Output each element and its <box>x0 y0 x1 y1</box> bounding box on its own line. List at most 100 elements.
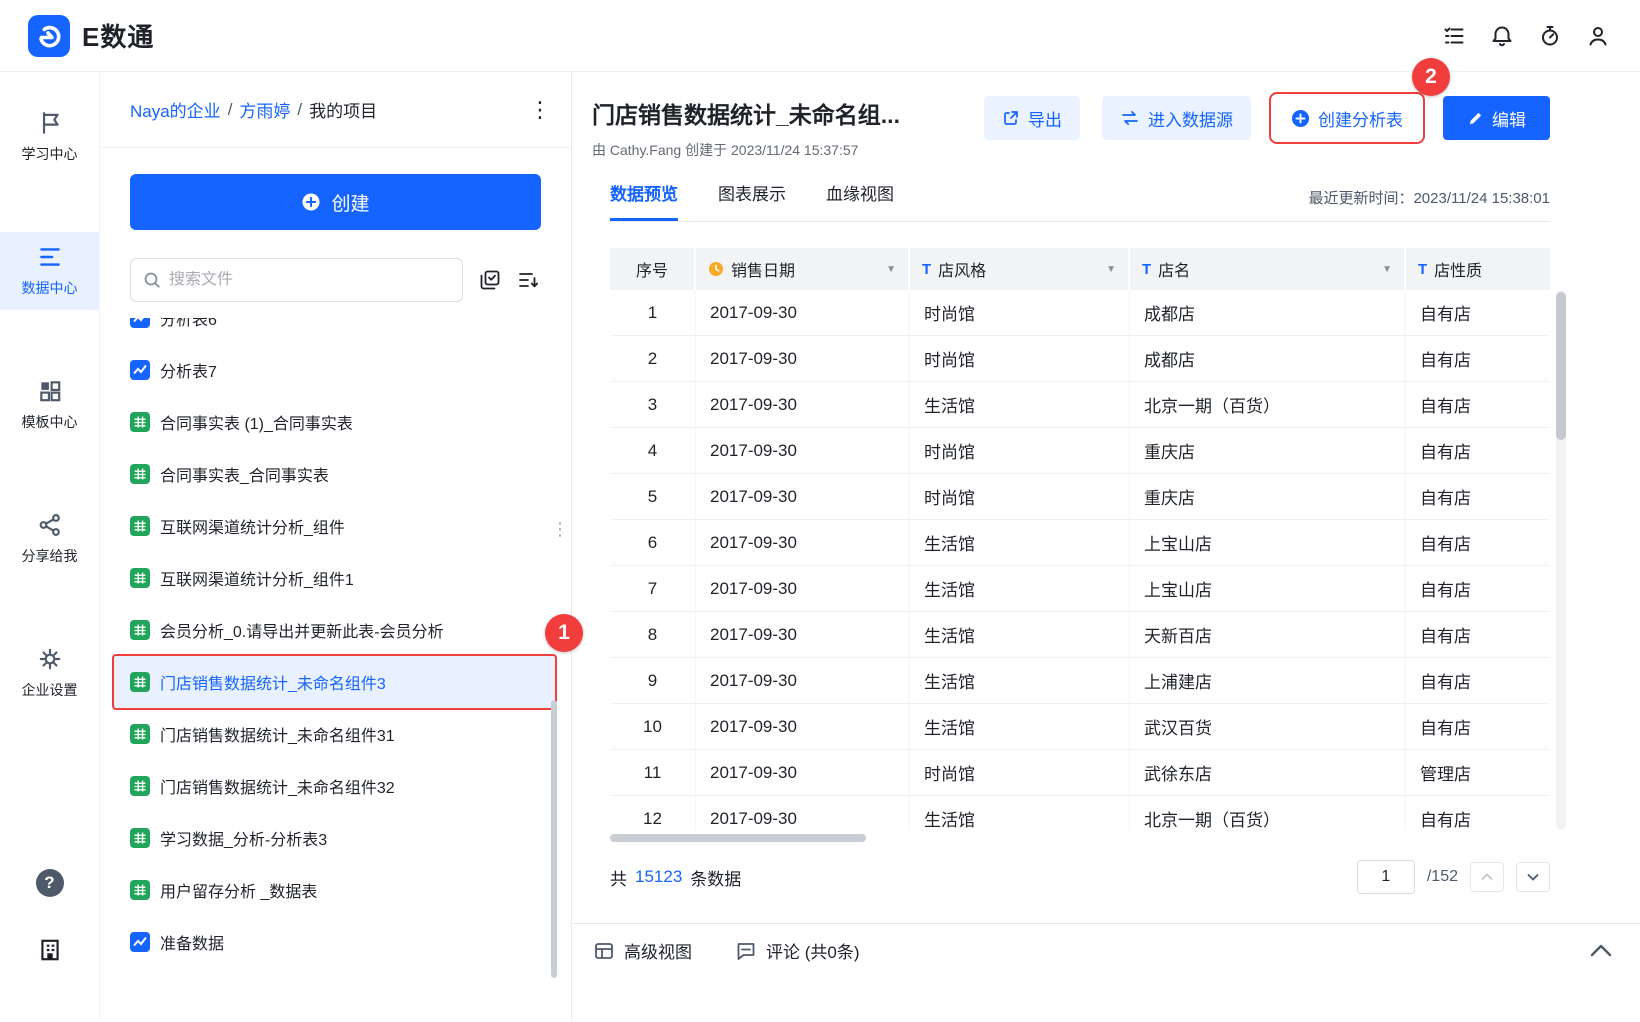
table-cell: 重庆店 <box>1130 428 1406 473</box>
page-number-input[interactable] <box>1356 860 1415 894</box>
table-cell: 自有店 <box>1420 397 1471 416</box>
file-list: 分析表6 分析表7 合同事实表 (1)_合同事实表 合同事实表_合同事实表 互联网渠道统… <box>100 318 571 1021</box>
table-row: 5 2017-09-30 时尚馆 重庆店 自有店 <box>610 474 1550 520</box>
timer-icon[interactable] <box>1538 24 1562 48</box>
file-item[interactable]: 会员分析_0.请导出并更新此表-会员分析 <box>114 604 555 656</box>
panel-resize-handle[interactable]: ⋮ <box>551 520 569 538</box>
sidebar: 学习中心 数据中心 模板中心 分享给我 企业设置 ? <box>0 72 100 1021</box>
export-button[interactable]: 导出 <box>984 96 1080 140</box>
advanced-view-button[interactable]: 高级视图 <box>594 938 692 963</box>
tab-data-preview[interactable]: 数据预览 <box>610 180 678 221</box>
sort-icon[interactable] <box>517 269 541 291</box>
table-cell: 时尚馆 <box>910 336 1130 381</box>
file-item[interactable]: 门店销售数据统计_未命名组件31 <box>114 708 555 760</box>
table-cell: 1 <box>610 290 696 335</box>
file-name: 学习数据_分析-分析表3 <box>160 832 328 849</box>
tab-lineage-view[interactable]: 血缘视图 <box>826 180 894 221</box>
file-name: 准备数据 <box>160 936 225 953</box>
table-row: 4 2017-09-30 时尚馆 重庆店 自有店 <box>610 428 1550 474</box>
search-box[interactable] <box>130 258 463 302</box>
table-cell: 2017-09-30 <box>696 520 910 565</box>
sidebar-item-template-center[interactable]: 模板中心 <box>0 366 99 444</box>
file-item[interactable]: 门店销售数据统计_未命名组件3 <box>112 654 557 710</box>
collapse-panel-icon[interactable] <box>1590 944 1612 957</box>
table-row: 8 2017-09-30 生活馆 天新百店 自有店 <box>610 612 1550 658</box>
table-cell: 2017-09-30 <box>696 658 910 703</box>
last-updated-time: 最近更新时间：2023/11/24 15:38:01 <box>1308 190 1550 207</box>
table-row: 6 2017-09-30 生活馆 上宝山店 自有店 <box>610 520 1550 566</box>
filter-dropdown-icon[interactable]: ▼ <box>886 264 896 275</box>
total-prefix: 共 <box>610 869 627 889</box>
create-button-label: 创建 <box>331 193 370 215</box>
create-button[interactable]: 创建 <box>130 174 541 230</box>
table-horizontal-scrollbar[interactable] <box>610 834 866 842</box>
annotation-badge-1: 1 <box>545 614 583 652</box>
multi-select-icon[interactable] <box>479 269 501 291</box>
help-icon[interactable]: ? <box>35 869 64 897</box>
table-body: 1 2017-09-30 时尚馆 成都店 自有店 2 2017-09-30 时尚馆 成都店 自有店… <box>610 290 1550 830</box>
column-label: 序号 <box>635 263 668 280</box>
total-count: 15123 <box>635 867 683 886</box>
file-item[interactable]: 互联网渠道统计分析_组件 <box>114 500 555 552</box>
file-item[interactable]: 合同事实表_合同事实表 <box>114 448 555 500</box>
filter-dropdown-icon[interactable]: ▼ <box>1382 264 1392 275</box>
plus-circle-icon <box>1291 109 1310 128</box>
sidebar-item-shared-with-me[interactable]: 分享给我 <box>0 500 99 578</box>
table-cell: 时尚馆 <box>910 750 1130 795</box>
table-cell: 自有店 <box>1420 811 1471 830</box>
export-icon <box>1002 109 1020 127</box>
enter-datasource-label: 进入数据源 <box>1148 110 1233 130</box>
file-name: 用户留存分析 _数据表 <box>160 884 318 901</box>
page-down-button[interactable] <box>1516 862 1550 892</box>
filter-dropdown-icon[interactable]: ▼ <box>1106 264 1116 275</box>
file-item[interactable]: 合同事实表 (1)_合同事实表 <box>114 396 555 448</box>
file-item[interactable]: 分析表7 <box>114 344 555 396</box>
create-analysis-table-button[interactable]: 创建分析表 <box>1269 92 1425 144</box>
annotation-badge-2: 2 <box>1412 58 1450 96</box>
table-cell: 武徐东店 <box>1130 750 1406 795</box>
notification-bell-icon[interactable] <box>1490 24 1514 48</box>
task-list-icon[interactable] <box>1442 24 1466 48</box>
edit-button[interactable]: 编辑 <box>1443 96 1550 140</box>
table-cell: 成都店 <box>1130 290 1406 335</box>
table-file-icon <box>130 828 150 848</box>
file-name: 互联网渠道统计分析_组件 <box>160 520 345 537</box>
file-item[interactable]: 互联网渠道统计分析_组件1 <box>114 552 555 604</box>
user-profile-icon[interactable] <box>1586 24 1610 48</box>
table-cell: 自有店 <box>1420 305 1471 324</box>
column-label: 店名 <box>1158 263 1191 280</box>
breadcrumb-user[interactable]: 方雨婷 <box>239 97 290 122</box>
table-cell: 自有店 <box>1420 719 1471 738</box>
sidebar-item-enterprise-settings[interactable]: 企业设置 <box>0 634 99 712</box>
more-options-icon[interactable]: ⋮ <box>529 98 551 121</box>
table-cell: 2017-09-30 <box>696 796 910 830</box>
table-footer: 共 15123 条数据 /152 <box>610 860 1550 894</box>
tab-chart-display[interactable]: 图表展示 <box>718 180 786 221</box>
table-cell: 生活馆 <box>910 612 1130 657</box>
file-name: 门店销售数据统计_未命名组件3 <box>160 676 386 693</box>
table-cell: 北京一期（百货） <box>1130 382 1406 427</box>
page-up-button[interactable] <box>1470 862 1504 892</box>
org-building-icon[interactable] <box>37 937 63 963</box>
breadcrumb-org[interactable]: Naya的企业 <box>130 97 221 122</box>
text-type-icon: T <box>1142 260 1152 278</box>
table-vertical-scrollbar[interactable] <box>1556 290 1566 830</box>
file-item[interactable]: 准备数据 <box>114 916 555 968</box>
sidebar-item-data-center[interactable]: 数据中心 <box>0 232 99 310</box>
table-cell: 5 <box>610 474 696 519</box>
file-item[interactable]: 用户留存分析 _数据表 <box>114 864 555 916</box>
table-file-icon <box>130 880 150 900</box>
file-list-scrollbar[interactable] <box>551 700 557 978</box>
table-vertical-scrollbar-thumb[interactable] <box>1556 292 1566 440</box>
advanced-view-icon <box>594 941 614 961</box>
sidebar-item-learning-center[interactable]: 学习中心 <box>0 98 99 176</box>
column-header: T 店性质 <box>1406 248 1550 290</box>
file-item[interactable]: 学习数据_分析-分析表3 <box>114 812 555 864</box>
table-cell: 2017-09-30 <box>696 566 910 611</box>
file-item[interactable]: 门店销售数据统计_未命名组件32 <box>114 760 555 812</box>
file-item[interactable]: 分析表6 <box>114 318 555 344</box>
enter-datasource-button[interactable]: 进入数据源 <box>1102 96 1251 140</box>
comments-button[interactable]: 评论 (共0条) <box>736 938 860 963</box>
text-type-icon: T <box>1418 260 1428 278</box>
search-input[interactable] <box>169 271 450 289</box>
